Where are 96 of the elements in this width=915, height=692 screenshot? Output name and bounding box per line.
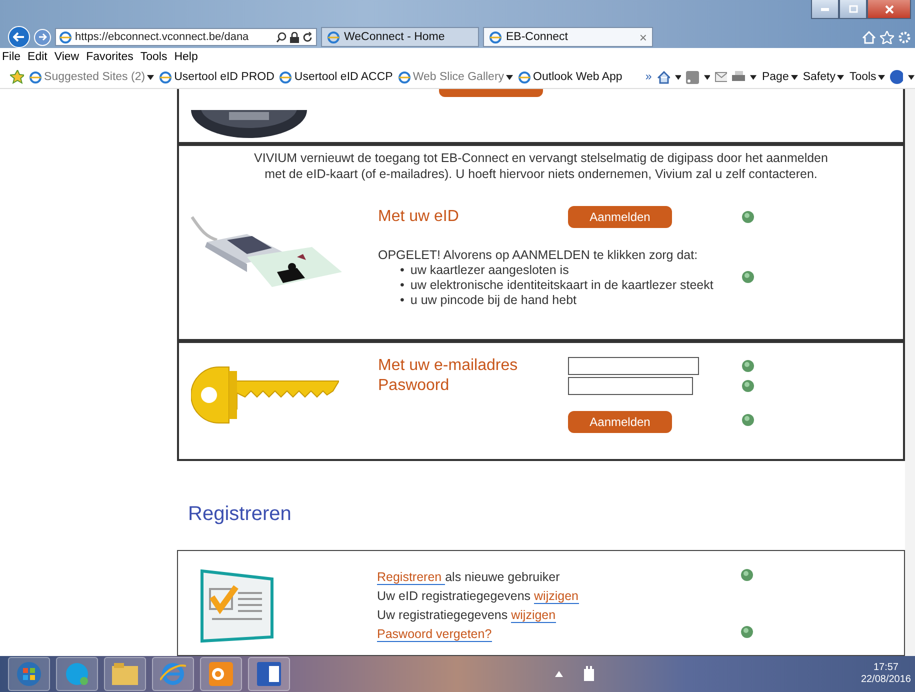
help-icon[interactable] bbox=[742, 360, 754, 372]
help-icon[interactable] bbox=[742, 211, 754, 223]
minimize-button[interactable] bbox=[811, 0, 839, 19]
chat-app-icon[interactable] bbox=[56, 657, 98, 691]
email-login-button[interactable]: Aanmelden bbox=[568, 411, 672, 434]
globe-icon bbox=[327, 30, 340, 44]
more-favorites-button[interactable]: » bbox=[645, 71, 652, 83]
menu-item[interactable]: File bbox=[2, 51, 21, 63]
help-menu-icon[interactable] bbox=[890, 70, 904, 84]
intro-text: VIVIUM vernieuwt de toegang tot EB-Connect en vervangt stelselmatig de digipass door het aanmelden met de eID-kaart (of e-mailadres). U hoeft hiervoor niets ondernemen, Vivium zal u zelf contacteren. bbox=[253, 150, 829, 182]
help-icon[interactable] bbox=[742, 271, 754, 283]
email-label: Met uw e-mailadres bbox=[378, 357, 519, 376]
search-icon[interactable] bbox=[276, 32, 287, 42]
globe-icon bbox=[59, 30, 72, 44]
clock-time: 17:57 bbox=[873, 662, 898, 674]
help-icon[interactable] bbox=[741, 626, 753, 638]
browser-tab[interactable]: EB-Connect × bbox=[483, 27, 653, 47]
register-link[interactable]: wijzigen bbox=[511, 608, 556, 622]
password-label: Paswoord bbox=[378, 377, 450, 396]
command-menu[interactable]: Tools bbox=[849, 71, 886, 83]
settings-icon[interactable] bbox=[898, 30, 911, 44]
email-field[interactable] bbox=[568, 357, 699, 376]
refresh-icon[interactable] bbox=[302, 32, 313, 42]
globe-icon bbox=[29, 70, 42, 84]
power-icon[interactable] bbox=[583, 666, 596, 682]
requirement-item: • uw kaartlezer aangesloten is bbox=[400, 263, 570, 278]
browser-tab[interactable]: WeConnect - Home bbox=[321, 27, 479, 47]
mail-app-icon[interactable] bbox=[200, 657, 242, 691]
requirement-item: • u uw pincode bij de hand hebt bbox=[400, 293, 578, 308]
caret-icon bbox=[908, 74, 915, 80]
globe-icon bbox=[398, 70, 411, 84]
caret-icon bbox=[147, 74, 154, 80]
command-menu[interactable]: Page bbox=[762, 71, 798, 83]
back-button[interactable] bbox=[8, 26, 30, 48]
caret-icon bbox=[506, 74, 514, 80]
eid-login-button[interactable]: Aanmelden bbox=[568, 206, 672, 228]
caret-icon bbox=[790, 74, 798, 80]
form-icon bbox=[200, 567, 276, 643]
minimize-icon bbox=[821, 8, 829, 10]
register-link[interactable]: Registreren bbox=[377, 570, 446, 584]
home-icon[interactable] bbox=[656, 70, 670, 84]
favorites-link[interactable]: Usertool eID ACCP bbox=[279, 70, 393, 84]
tab-close-button[interactable]: × bbox=[639, 30, 647, 44]
globe-icon bbox=[489, 30, 502, 44]
browser-icon[interactable] bbox=[152, 657, 194, 691]
globe-icon bbox=[279, 70, 292, 84]
arrow-right-icon bbox=[38, 33, 46, 41]
help-icon[interactable] bbox=[742, 380, 754, 392]
globe-icon bbox=[518, 70, 532, 84]
register-text: Uw registratiegegevens bbox=[377, 608, 509, 622]
command-menu[interactable]: Safety bbox=[802, 71, 844, 83]
menu-item[interactable]: Tools bbox=[140, 51, 168, 63]
warning-text: OPGELET! Alvorens op AANMELDEN te klikken zorg dat: bbox=[378, 248, 699, 263]
forward-button[interactable] bbox=[34, 28, 51, 46]
caret-icon bbox=[674, 74, 682, 80]
arrow-left-icon bbox=[13, 32, 25, 42]
caret-icon bbox=[704, 74, 710, 80]
menu-item[interactable]: View bbox=[54, 51, 80, 63]
feed-icon[interactable] bbox=[686, 70, 699, 84]
favorites-link[interactable]: Web Slice Gallery bbox=[398, 70, 514, 84]
help-icon[interactable] bbox=[741, 568, 753, 580]
folder-icon[interactable] bbox=[104, 657, 146, 691]
password-field[interactable] bbox=[568, 377, 693, 396]
close-icon bbox=[884, 4, 894, 14]
menu-item[interactable]: Edit bbox=[28, 51, 48, 63]
caret-icon bbox=[878, 74, 886, 80]
register-text: als nieuwe gebruiker bbox=[445, 570, 560, 584]
scrollbar[interactable] bbox=[905, 89, 915, 656]
caret-icon bbox=[750, 74, 757, 80]
help-icon[interactable] bbox=[742, 414, 754, 426]
eid-login-label: Met uw eID bbox=[378, 208, 460, 226]
favorites-star-icon[interactable] bbox=[10, 70, 24, 84]
maximize-button[interactable] bbox=[839, 0, 867, 19]
register-link[interactable]: Paswoord vergeten? bbox=[377, 626, 492, 642]
favorites-link[interactable]: Usertool eID PROD bbox=[159, 70, 274, 84]
lock-icon bbox=[290, 32, 299, 42]
mail-icon[interactable] bbox=[715, 72, 728, 82]
address-field[interactable]: https://ebconnect.vconnect.be/dana bbox=[55, 28, 317, 46]
favorites-link[interactable]: Suggested Sites (2) bbox=[29, 70, 154, 84]
maximize-icon bbox=[848, 5, 858, 13]
globe-icon bbox=[159, 70, 172, 84]
document-app-icon[interactable] bbox=[248, 657, 290, 691]
menu-item[interactable]: Favorites bbox=[86, 51, 134, 63]
menu-item[interactable]: Help bbox=[174, 51, 198, 63]
requirement-item: • uw elektronische identiteitskaart in de kaartlezer steekt bbox=[400, 278, 714, 293]
register-text: Uw eID registratiegegevens bbox=[377, 588, 532, 602]
favorites-link[interactable]: Outlook Web App bbox=[518, 70, 622, 84]
print-icon[interactable] bbox=[732, 71, 746, 83]
clock-date: 22/08/2016 bbox=[860, 674, 911, 686]
tray-arrow-icon[interactable] bbox=[555, 671, 564, 677]
close-button[interactable] bbox=[867, 0, 911, 19]
register-link[interactable]: wijzigen bbox=[534, 588, 578, 604]
star-icon[interactable] bbox=[880, 30, 894, 44]
register-heading: Registreren bbox=[188, 503, 292, 526]
caret-icon bbox=[837, 74, 844, 80]
start-button[interactable] bbox=[8, 657, 50, 691]
